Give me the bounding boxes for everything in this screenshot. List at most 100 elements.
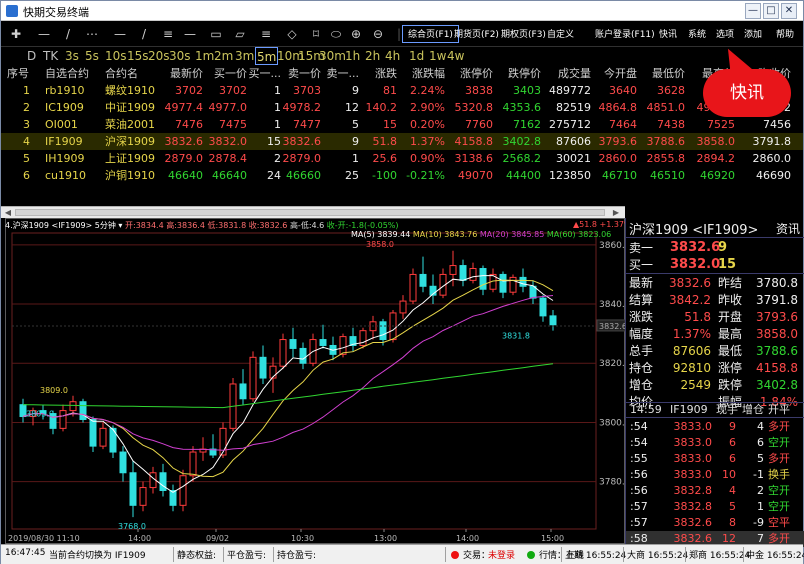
ray-tool-icon[interactable]: /	[59, 24, 77, 44]
column-header[interactable]: 跌停价	[508, 65, 541, 82]
period-1d[interactable]: 1d	[409, 47, 424, 65]
tick-cell: -1	[753, 468, 764, 481]
period-10s[interactable]: 10s	[105, 47, 127, 65]
period-d[interactable]: D	[27, 47, 36, 65]
minimize-button[interactable]: —	[745, 3, 761, 19]
period-3m[interactable]: 3m	[235, 47, 254, 65]
add-button[interactable]: 添加	[738, 25, 768, 43]
table-cell-no: 6	[23, 169, 30, 182]
candle-body	[279, 339, 287, 367]
period-15s[interactable]: 15s	[127, 47, 149, 65]
table-cell-no: 4	[23, 135, 30, 148]
column-header[interactable]: 涨跌幅	[412, 65, 445, 82]
column-header[interactable]: 卖一...	[327, 65, 360, 82]
stat-value: 87606	[672, 344, 711, 358]
line-tool-icon[interactable]: —	[35, 24, 53, 44]
scroll-right-icon[interactable]: ▶	[611, 208, 621, 217]
arrow-tool-icon[interactable]: /	[135, 24, 153, 44]
column-header[interactable]: 涨跌	[375, 65, 397, 82]
period-30m[interactable]: 30m	[319, 47, 346, 65]
column-header[interactable]: 买一价	[214, 65, 247, 82]
fibonacci-tool-icon[interactable]: ≡	[257, 24, 275, 44]
column-header[interactable]: 买一...	[249, 65, 282, 82]
segment-tool-icon[interactable]: —	[111, 24, 129, 44]
ask-row[interactable]: 卖一 3832.6 9	[626, 239, 804, 257]
table-cell-pct: -0.21%	[406, 169, 445, 182]
table-cell-open: 3640	[609, 84, 637, 97]
account-login-button[interactable]: 账户登录(F11)	[589, 25, 661, 43]
period-20s[interactable]: 20s	[148, 47, 170, 65]
table-row[interactable]: 1 rb1910 螺纹1910 3702 3702 1 3703 9 81 2.24% 3838 34…	[1, 82, 803, 99]
chart-change-indicator: ▲51.8 +1.37%	[573, 220, 632, 229]
column-header[interactable]: 序号	[7, 65, 29, 82]
column-header[interactable]: 最新价	[170, 65, 203, 82]
period-30s[interactable]: 30s	[169, 47, 191, 65]
options-menu-button[interactable]: 选项	[710, 25, 740, 43]
parallel-tool-icon[interactable]: ⋯	[83, 24, 101, 44]
period-1h[interactable]: 1h	[345, 47, 360, 65]
column-header[interactable]: 成交量	[558, 65, 591, 82]
ellipse-tool-icon[interactable]: ⬭	[327, 24, 345, 44]
table-cell-vol: 489772	[549, 84, 591, 97]
period-5s[interactable]: 5s	[85, 47, 99, 65]
crosshair-icon[interactable]: ✚	[7, 24, 25, 44]
scrollbar-thumb[interactable]	[15, 209, 605, 216]
candle-body	[379, 321, 387, 341]
stat-row: 结算 3842.2 昨收 3791.8	[626, 292, 804, 309]
zoom-in-icon[interactable]: ⊕	[347, 24, 365, 44]
table-row[interactable]: 4 IF1909 沪深1909 3832.6 3832.0 15 3832.6 9 51.8 1.…	[1, 133, 803, 150]
period-3s[interactable]: 3s	[65, 47, 79, 65]
candle-body	[509, 276, 517, 293]
period-tick[interactable]: TK	[43, 47, 58, 65]
chart-contract-label[interactable]: 4.沪深1909 <IF1909> 5分钟 ▾	[5, 221, 122, 230]
eraser-icon[interactable]: ◇	[283, 24, 301, 44]
table-cell-askvol: 25	[345, 169, 359, 182]
period-2h[interactable]: 2h	[365, 47, 380, 65]
ma10-value: MA(10) 3843.76	[412, 230, 478, 239]
status-bar: 16:47:45 当前合约切换为 IF1909 静态权益: 平仓盈亏: 持仓盈亏…	[1, 544, 804, 564]
table-cell-bidvol: 1	[274, 84, 281, 97]
period-4w[interactable]: 4w	[447, 47, 464, 65]
column-header[interactable]: 合约名	[105, 65, 138, 82]
table-cell-bid: 3702	[219, 84, 247, 97]
period-4h[interactable]: 4h	[385, 47, 400, 65]
column-header[interactable]: 卖一价	[288, 65, 321, 82]
period-1m[interactable]: 1m	[195, 47, 214, 65]
news-flash-button[interactable]: 快讯	[653, 25, 683, 43]
column-header[interactable]: 涨停价	[460, 65, 493, 82]
table-row[interactable]: 2 IC1909 中证1909 4977.4 4977.0 1 4978.2 12 140.2 2…	[1, 99, 803, 116]
news-tab[interactable]: 资讯	[776, 220, 800, 237]
rectangle-tool-icon[interactable]: ▭	[207, 24, 225, 44]
candle-body	[339, 336, 347, 355]
scroll-left-icon[interactable]: ◀	[3, 208, 13, 217]
trading-terminal-window: 快期交易终端 — □ ✕ ✚ — / ⋯ — / ≡ — ▭ ▱ ≡ ◇ ⌑ ⬭…	[0, 0, 804, 564]
close-button[interactable]: ✕	[781, 3, 797, 19]
bid-row[interactable]: 买一 3832.0 15	[626, 256, 804, 274]
maximize-button[interactable]: □	[763, 3, 779, 19]
tick-cell: :56	[630, 468, 648, 481]
table-cell-prev: 2860.0	[752, 152, 792, 165]
clear-tool-icon[interactable]: ⌑	[307, 24, 325, 44]
parallelogram-tool-icon[interactable]: ▱	[231, 24, 249, 44]
column-header[interactable]: 自选合约	[45, 65, 89, 82]
help-button[interactable]: 帮助	[770, 25, 800, 43]
column-header[interactable]: 最低价	[652, 65, 685, 82]
table-row[interactable]: 3 OI001 菜油2001 7476 7475 1 7477 5 15 0.20% 7760 716…	[1, 116, 803, 133]
table-cell-bidvol: 2	[274, 152, 281, 165]
table-row[interactable]: 5 IH1909 上证1909 2879.0 2878.4 2 2879.0 1 25.6 0.9…	[1, 150, 803, 167]
period-5m[interactable]: 5m	[255, 47, 279, 65]
table-row[interactable]: 6 cu1910 沪铜1910 46640 46640 24 46660 25 -100 -0.2…	[1, 167, 803, 184]
period-1w[interactable]: 1w	[429, 47, 446, 65]
system-menu-button[interactable]: 系统	[682, 25, 712, 43]
tab-custom-button[interactable]: 自定义	[541, 25, 580, 43]
stat-label: 开盘	[718, 310, 743, 324]
exchange-czce: 郑商 16:55:24	[689, 551, 751, 561]
candle-body	[119, 451, 127, 474]
channel-tool-icon[interactable]: ≡	[159, 24, 177, 44]
zoom-out-icon[interactable]: ⊖	[369, 24, 387, 44]
column-header[interactable]: 今开盘	[604, 65, 637, 82]
horizontal-scrollbar[interactable]: ◀ ▶	[1, 206, 625, 218]
period-2m[interactable]: 2m	[214, 47, 233, 65]
candlestick-chart[interactable]: 3860.0 3840.0 3820.0 3800.0 3780.0 2019/08/30…	[5, 218, 631, 544]
extend-tool-icon[interactable]: —	[181, 24, 199, 44]
